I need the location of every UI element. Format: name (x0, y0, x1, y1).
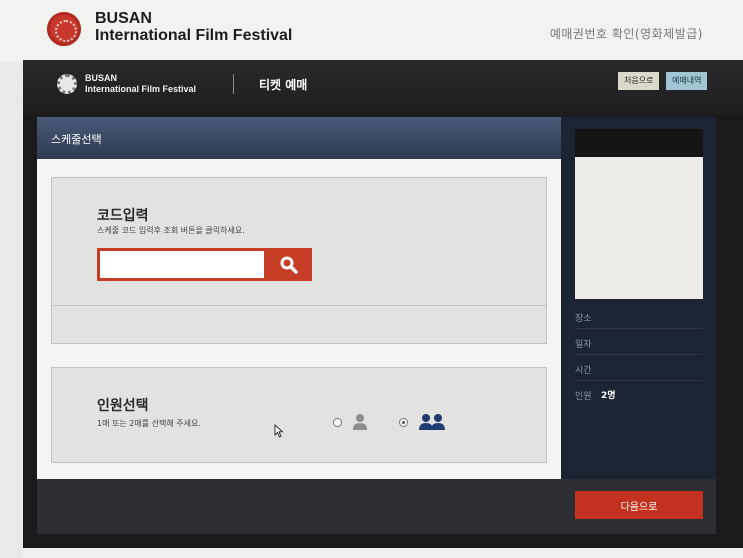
next-button[interactable]: 다음으로 (575, 491, 703, 519)
people-count-value: 2명 (601, 391, 616, 401)
booking-summary-panel: 장소 일자 시간 인원 2명 (561, 117, 716, 479)
search-icon (280, 256, 298, 274)
ticket-number-confirm-link[interactable]: 예매권번호 확인(영화제발급) (550, 25, 703, 42)
app-topbar: BUSAN International Film Festival 티켓 예매 … (23, 60, 743, 115)
one-person-radio[interactable] (333, 418, 342, 427)
people-select-section: 인원선택 1매 또는 2매를 선택해 주세요. (51, 367, 547, 463)
code-entry-section: 코드입력 스케줄 코드 입력후 조회 버튼을 클릭하세요. (51, 177, 547, 344)
ticketing-title: 티켓 예매 (259, 78, 308, 92)
two-people-icon[interactable] (418, 413, 446, 430)
footer-strip (23, 548, 743, 558)
people-select-title: 인원선택 (97, 398, 149, 414)
date-label: 일자 (575, 340, 592, 350)
festival-logo-icon (57, 74, 77, 94)
people-label: 인원 (575, 392, 592, 402)
summary-top-strip (575, 129, 703, 157)
code-section-divider (52, 305, 546, 306)
panel-title: 스케줄선택 (51, 133, 102, 146)
summary-row-venue: 장소 (575, 303, 703, 329)
time-label: 시간 (575, 366, 592, 376)
topbar-divider (233, 74, 234, 94)
search-button[interactable] (267, 248, 312, 281)
summary-row-date: 일자 (575, 329, 703, 355)
ticketing-app: BUSAN International Film Festival 티켓 예매 … (23, 60, 743, 558)
venue-label: 장소 (575, 314, 592, 324)
code-entry-title: 코드입력 (97, 208, 149, 224)
single-person-icon[interactable] (352, 413, 368, 430)
mouse-cursor-icon (274, 424, 284, 438)
movie-poster-placeholder (575, 157, 703, 299)
biff-logo-icon[interactable] (47, 12, 81, 46)
schedule-code-input[interactable] (97, 248, 267, 281)
summary-row-time: 시간 (575, 355, 703, 381)
people-select-description: 1매 또는 2매를 선택해 주세요. (97, 419, 201, 428)
booking-history-button[interactable]: 예매내역 (666, 72, 708, 90)
two-people-radio[interactable] (399, 418, 408, 427)
app-brand-line1: BUSAN (85, 73, 118, 83)
site-brand-line1: BUSAN (95, 10, 152, 27)
site-header: BUSAN International Film Festival 예매권번호 … (0, 0, 743, 62)
schedule-panel: 스케줄선택 코드입력 스케줄 코드 입력후 조회 버튼을 클릭하세요. 인원선택… (37, 117, 561, 479)
panel-header: 스케줄선택 (37, 117, 561, 159)
summary-row-people: 인원 2명 (575, 381, 703, 407)
bottom-action-bar: 다음으로 (37, 479, 716, 534)
code-entry-description: 스케줄 코드 입력후 조회 버튼을 클릭하세요. (97, 226, 245, 235)
home-button[interactable]: 처음으로 (618, 72, 660, 90)
site-brand-line2: International Film Festival (95, 27, 293, 44)
app-brand-line2: International Film Festival (85, 84, 197, 94)
